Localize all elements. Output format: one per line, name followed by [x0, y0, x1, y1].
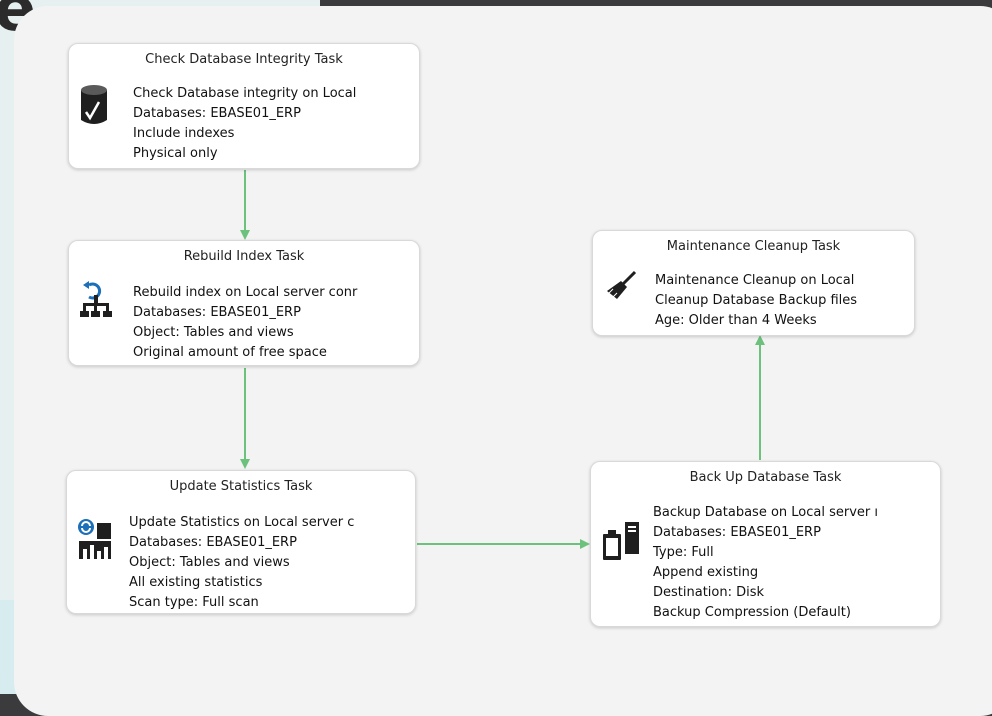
task-detail-line: Physical only — [133, 146, 218, 161]
task-detail-line: Type: Full — [653, 545, 714, 560]
task-detail-line: Maintenance Cleanup on Local — [655, 273, 855, 288]
task-detail-line: Databases: EBASE01_ERP — [653, 525, 821, 540]
task-title: Back Up Database Task — [689, 470, 842, 485]
task-update-statistics[interactable]: Update Statistics Task Update Statistics… — [66, 470, 416, 614]
task-detail-line: Include indexes — [133, 126, 235, 141]
task-back-up-database[interactable]: Back Up Database Task Backup Database on… — [590, 461, 941, 627]
task-detail-line: Object: Tables and views — [133, 325, 294, 340]
database-check-icon — [79, 84, 109, 132]
task-detail-line: Scan type: Full scan — [129, 595, 259, 610]
task-title: Rebuild Index Task — [183, 249, 305, 264]
task-title: Update Statistics Task — [169, 479, 313, 494]
task-detail-line: Databases: EBASE01_ERP — [133, 305, 301, 320]
task-detail-line: All existing statistics — [129, 575, 263, 590]
task-detail-line: Object: Tables and views — [129, 555, 290, 570]
task-detail-line: Destination: Disk — [653, 585, 765, 600]
task-detail-line: Cleanup Database Backup files — [655, 293, 858, 308]
task-title: Check Database Integrity Task — [145, 52, 343, 67]
task-detail-line: Update Statistics on Local server c — [129, 515, 355, 530]
rebuild-index-icon — [79, 279, 113, 323]
task-detail-line: Original amount of free space — [133, 345, 327, 360]
task-detail-line: Append existing — [653, 565, 759, 580]
task-check-database-integrity[interactable]: Check Database Integrity Task Check Data… — [68, 43, 420, 169]
task-detail-line: Databases: EBASE01_ERP — [129, 535, 297, 550]
task-title: Maintenance Cleanup Task — [666, 239, 841, 254]
task-detail-line: Backup Database on Local server ı — [653, 505, 878, 520]
task-rebuild-index[interactable]: Rebuild Index Task Rebuild index on Loca… — [68, 240, 420, 366]
task-detail-line: Backup Compression (Default) — [653, 605, 851, 620]
task-detail-line: Rebuild index on Local server conr — [133, 285, 358, 300]
task-detail-line: Databases: EBASE01_ERP — [133, 106, 301, 121]
broom-icon — [605, 269, 639, 307]
backup-database-icon — [601, 520, 641, 566]
task-detail-line: Age: Older than 4 Weeks — [655, 313, 817, 328]
task-detail-line: Check Database integrity on Local — [133, 86, 357, 101]
task-maintenance-cleanup[interactable]: Maintenance Cleanup Task Maintenance Cle… — [592, 230, 915, 336]
update-statistics-icon — [77, 517, 113, 565]
